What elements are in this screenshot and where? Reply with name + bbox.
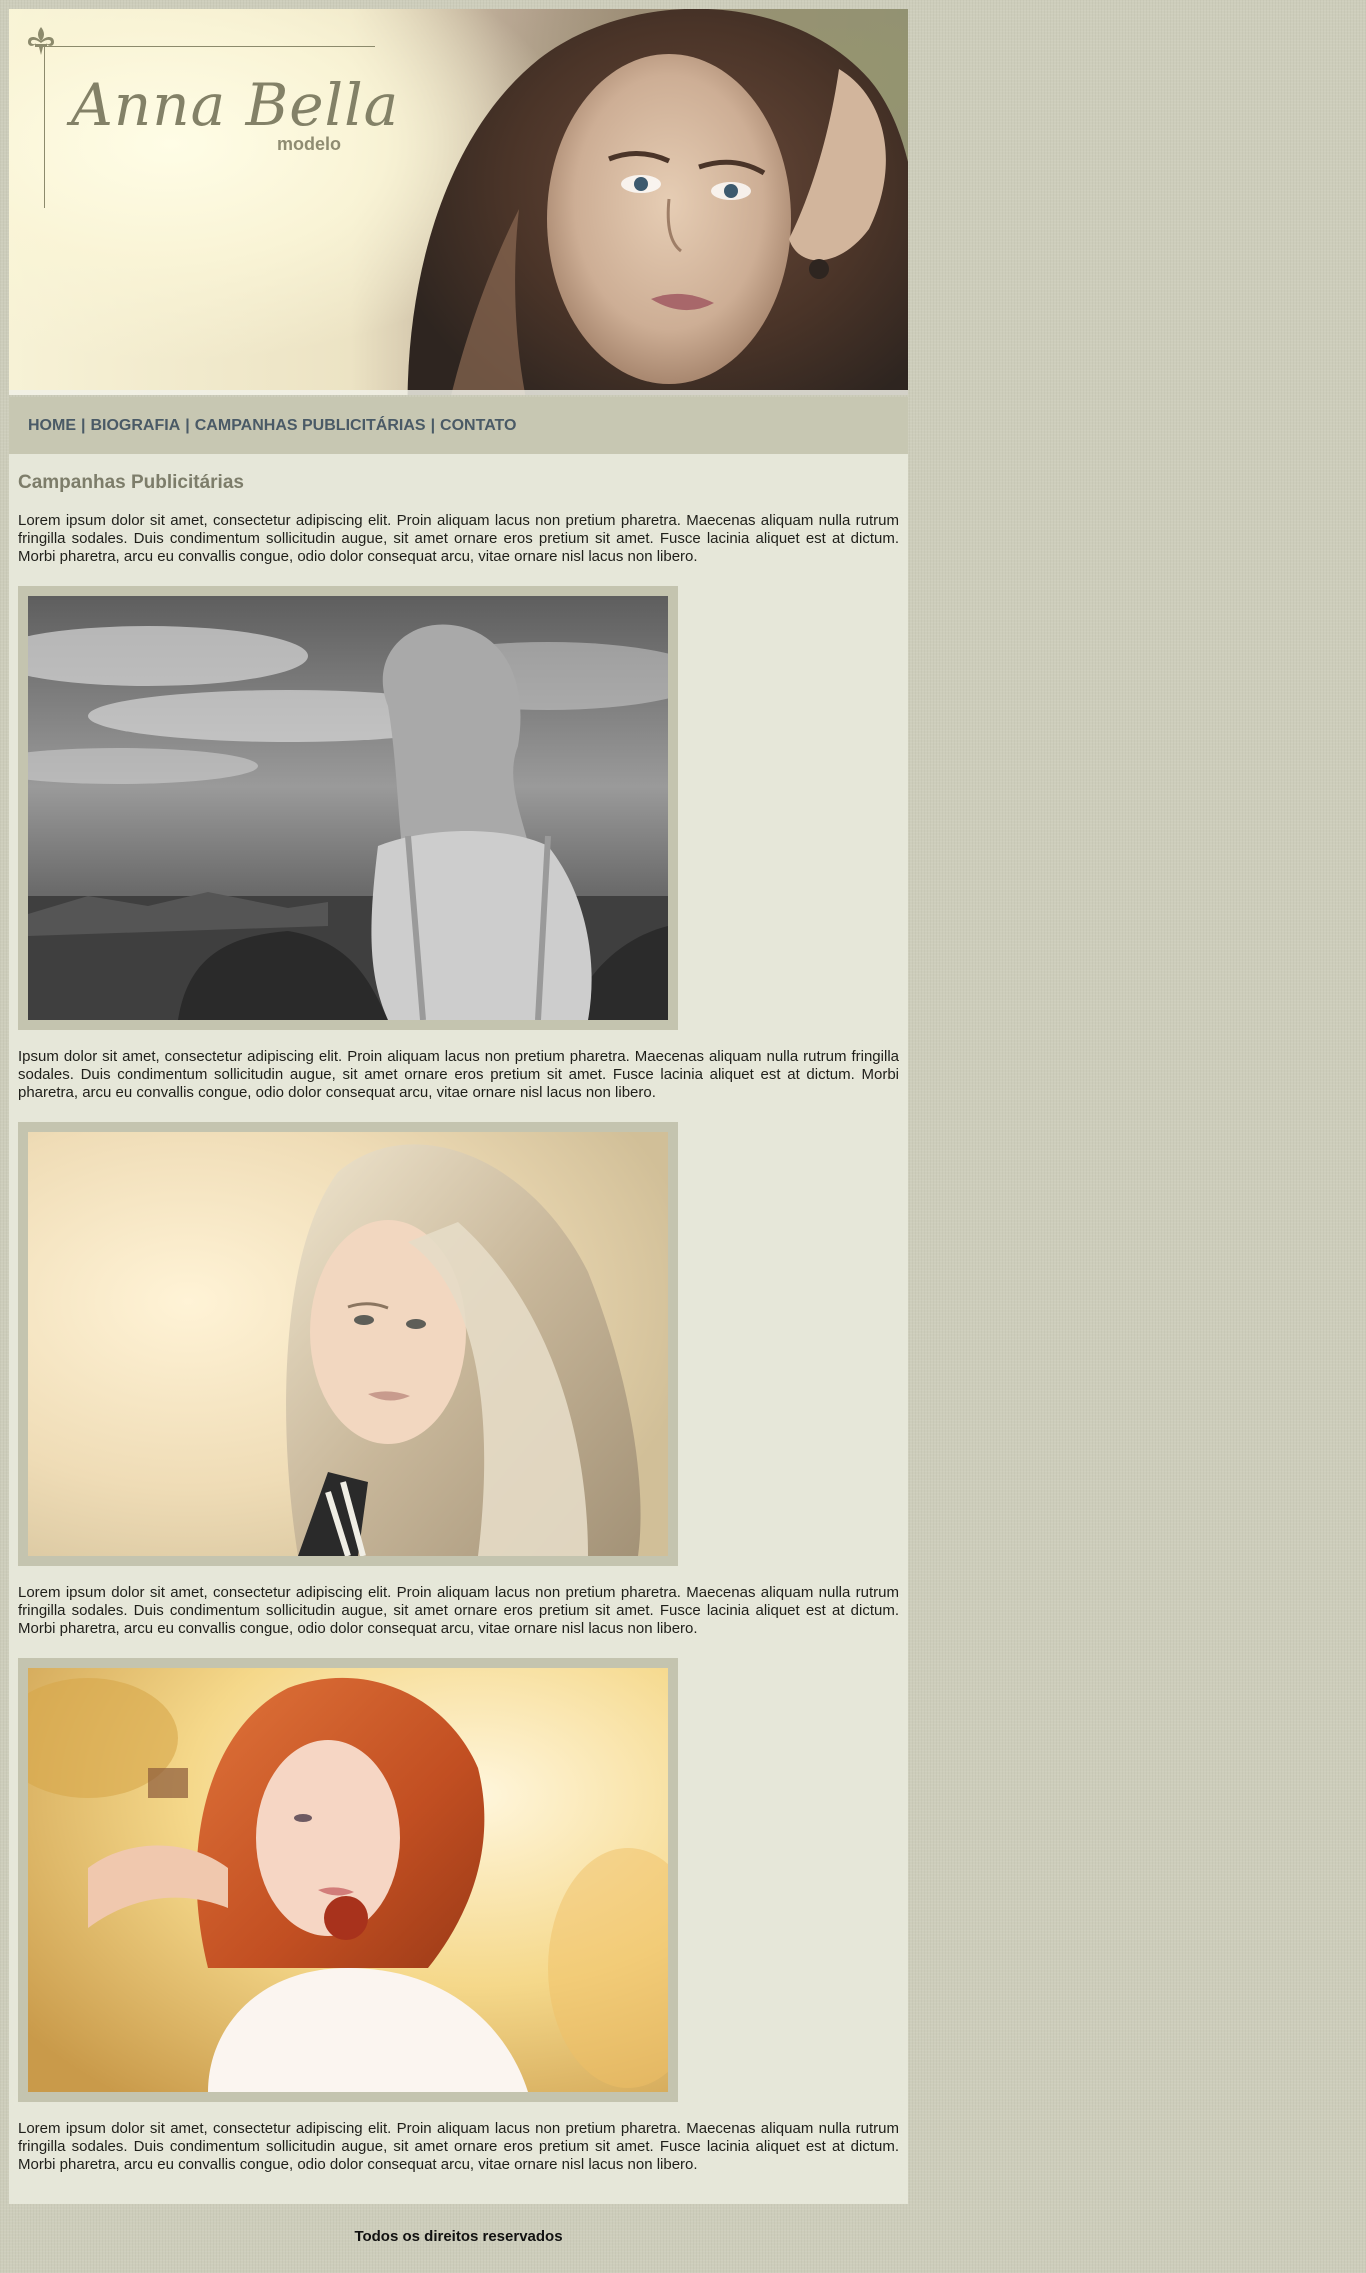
nav-separator: | bbox=[81, 416, 86, 434]
brand-name: Anna Bella bbox=[71, 71, 400, 139]
page-wrapper: Anna Bella modelo HOME | BIOGRAFIA | CAM… bbox=[9, 9, 908, 2268]
content-paragraph: Lorem ipsum dolor sit amet, consectetur … bbox=[18, 512, 899, 565]
main-navigation: HOME | BIOGRAFIA | CAMPANHAS PUBLICITÁRI… bbox=[9, 397, 908, 454]
header-decor-horizontal-line bbox=[39, 46, 375, 47]
brand-subtitle: modelo bbox=[277, 134, 342, 154]
campaign-photo-blonde bbox=[28, 1132, 668, 1556]
fleur-de-lis-icon bbox=[23, 23, 59, 59]
nav-link-biografia[interactable]: BIOGRAFIA bbox=[90, 417, 180, 435]
header-model-photo bbox=[369, 9, 908, 395]
photo-frame bbox=[18, 1658, 678, 2102]
campaign-photo-beach bbox=[28, 596, 668, 1020]
header-banner: Anna Bella modelo bbox=[9, 9, 908, 395]
header-decor-vertical-line bbox=[44, 46, 45, 208]
header-bottom-strip bbox=[9, 390, 908, 395]
nav-link-campanhas[interactable]: CAMPANHAS PUBLICITÁRIAS bbox=[195, 417, 426, 435]
content-paragraph: Lorem ipsum dolor sit amet, consectetur … bbox=[18, 2120, 899, 2173]
nav-separator: | bbox=[430, 416, 436, 434]
photo-frame bbox=[18, 586, 678, 1030]
nav-separator: | bbox=[185, 416, 190, 434]
main-content: Campanhas Publicitárias Lorem ipsum dolo… bbox=[9, 454, 908, 2204]
footer: Todos os direitos reservados bbox=[9, 2204, 908, 2268]
content-paragraph: Lorem ipsum dolor sit amet, consectetur … bbox=[18, 1584, 899, 1637]
campaign-photo-redhead bbox=[28, 1668, 668, 2092]
nav-link-contato[interactable]: CONTATO bbox=[440, 417, 516, 435]
content-paragraph: Ipsum dolor sit amet, consectetur adipis… bbox=[18, 1048, 899, 1101]
photo-frame bbox=[18, 1122, 678, 1566]
page-title: Campanhas Publicitárias bbox=[18, 472, 244, 493]
nav-link-home[interactable]: HOME bbox=[28, 417, 76, 435]
footer-copyright: Todos os direitos reservados bbox=[354, 2227, 563, 2245]
